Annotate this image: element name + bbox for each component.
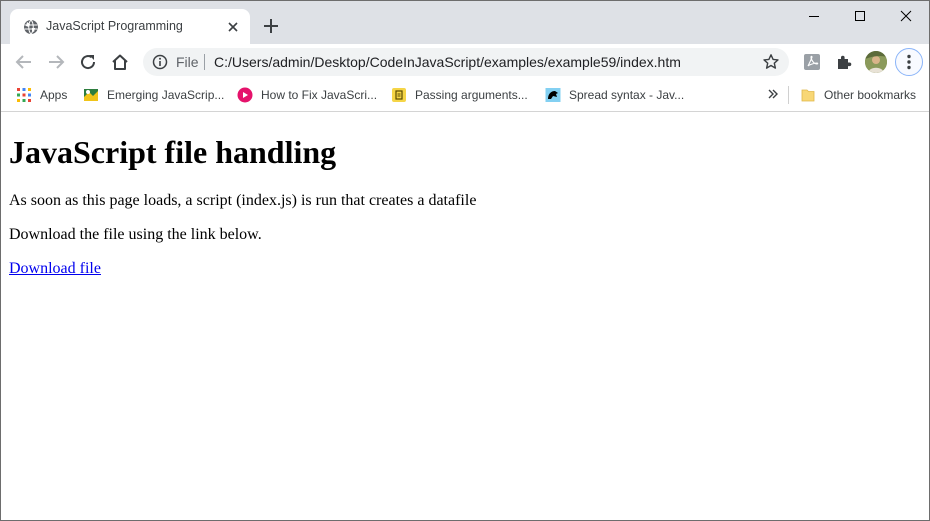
minimize-icon [809, 16, 819, 17]
more-vertical-icon [907, 54, 911, 70]
forward-arrow-icon[interactable] [46, 52, 66, 72]
bookmark-label: How to Fix JavaScri... [261, 88, 378, 102]
bookmark-spread-syntax[interactable]: Spread syntax - Jav... [545, 86, 684, 104]
maximize-button[interactable] [837, 1, 883, 31]
browser-window: JavaScript Programming File C:/Users/adm… [0, 0, 930, 521]
intro-paragraph: As soon as this page loads, a script (in… [9, 192, 477, 209]
url-text[interactable]: C:/Users/admin/Desktop/CodeInJavaScript/… [214, 54, 681, 70]
bookmark-label: Emerging JavaScrip... [107, 88, 225, 102]
bookmark-star-icon[interactable] [762, 53, 780, 71]
bookmark-passing-arguments[interactable]: Passing arguments... [391, 86, 528, 104]
bookmark-label: Spread syntax - Jav... [569, 88, 685, 102]
bookmark-apps[interactable]: Apps [16, 86, 67, 104]
bookmarks-overflow-chevron-icon[interactable] [767, 88, 779, 100]
globe-icon [24, 19, 38, 35]
new-tab-icon[interactable] [262, 17, 280, 35]
instruction-paragraph: Download the file using the link below. [9, 226, 262, 243]
tab-strip: JavaScript Programming [1, 1, 929, 44]
address-bar[interactable]: File C:/Users/admin/Desktop/CodeInJavaSc… [143, 48, 789, 76]
browser-menu-button[interactable] [895, 48, 923, 76]
bookmarks-bar: Apps Emerging JavaScrip... How to Fix Ja… [1, 80, 929, 112]
mdn-favicon [545, 88, 561, 102]
tab-title: JavaScript Programming [46, 19, 183, 33]
maximize-icon [855, 11, 865, 21]
emerging-js-favicon [84, 89, 98, 101]
page-heading: JavaScript file handling [9, 134, 337, 170]
red-circle-favicon [237, 87, 253, 103]
home-icon[interactable] [110, 52, 130, 72]
bookmark-emerging-javascript[interactable]: Emerging JavaScrip... [83, 86, 224, 104]
bookmarks-divider [788, 86, 789, 104]
avatar-image [865, 51, 887, 73]
info-icon[interactable] [152, 54, 168, 70]
omnibox-divider [204, 54, 205, 70]
reload-icon[interactable] [78, 52, 98, 72]
download-file-link[interactable]: Download file [9, 260, 101, 278]
extensions-puzzle-icon[interactable] [834, 52, 854, 72]
bookmark-label: Apps [40, 88, 68, 102]
profile-avatar[interactable] [865, 51, 887, 73]
back-arrow-icon[interactable] [14, 52, 34, 72]
bookmark-label: Other bookmarks [824, 88, 917, 102]
window-close-button[interactable] [883, 1, 929, 31]
close-icon [900, 10, 912, 22]
page-content: JavaScript file handling As soon as this… [1, 112, 929, 520]
tab-active[interactable]: JavaScript Programming [10, 9, 250, 44]
close-tab-icon[interactable] [225, 19, 241, 35]
url-scheme-label: File [176, 54, 199, 70]
yellow-js-favicon [392, 88, 406, 102]
bookmark-other-bookmarks[interactable]: Other bookmarks [800, 86, 916, 104]
bookmark-how-to-fix[interactable]: How to Fix JavaScri... [237, 86, 377, 104]
bookmark-label: Passing arguments... [415, 88, 528, 102]
folder-icon [801, 89, 815, 102]
minimize-button[interactable] [791, 1, 837, 31]
apps-grid-icon [17, 88, 31, 102]
pdf-extension-icon[interactable] [802, 52, 822, 72]
browser-toolbar: File C:/Users/admin/Desktop/CodeInJavaSc… [1, 44, 929, 80]
